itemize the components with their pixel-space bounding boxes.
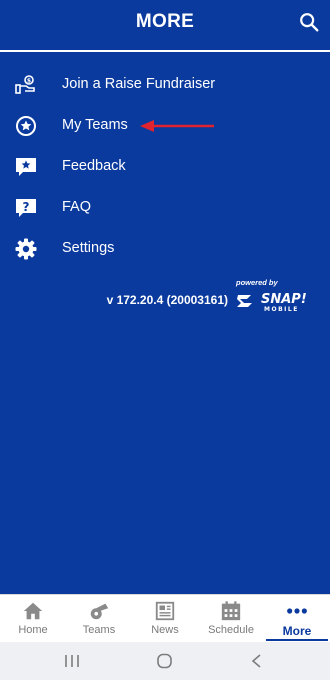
- menu-item-settings[interactable]: Settings: [0, 229, 330, 269]
- more-screen: MORE $ Join a Raise Fundraiser My Teams: [0, 0, 330, 680]
- menu-item-label: Join a Raise Fundraiser: [62, 76, 216, 92]
- faq-question-icon: ?: [16, 199, 36, 217]
- menu-item-join-fundraiser[interactable]: $ Join a Raise Fundraiser: [0, 65, 330, 105]
- page-title: MORE: [135, 11, 195, 32]
- snap-mobile-logo: SNAP! MOBILE: [237, 292, 307, 313]
- team-badge-icon: [16, 116, 36, 136]
- tab-home[interactable]: Home: [0, 595, 66, 643]
- tab-label: News: [151, 624, 179, 636]
- tab-more[interactable]: More: [264, 595, 330, 643]
- newspaper-icon: [155, 601, 175, 621]
- svg-text:MOBILE: MOBILE: [264, 306, 299, 313]
- menu-item-label: Settings: [62, 240, 115, 256]
- more-dots-icon: [287, 608, 307, 614]
- menu-item-label: Feedback: [62, 158, 126, 174]
- menu-item-label: My Teams: [62, 117, 128, 133]
- tab-label: Teams: [82, 624, 116, 636]
- android-nav-bar: [0, 642, 330, 680]
- tab-label: More: [282, 624, 312, 638]
- search-icon[interactable]: [298, 11, 320, 33]
- tab-label: Schedule: [208, 624, 254, 636]
- calendar-icon: [221, 601, 241, 621]
- home-button-icon[interactable]: [155, 653, 175, 669]
- fundraiser-hand-icon: $: [15, 75, 35, 94]
- back-icon[interactable]: [247, 653, 267, 669]
- menu-list: $ Join a Raise Fundraiser My Teams Feedb…: [0, 52, 330, 594]
- version-info: v 172.20.4 (20003161) powered by SNAP! M…: [0, 277, 330, 317]
- annotation-arrow: [140, 120, 214, 132]
- settings-gear-icon: [15, 238, 37, 260]
- tab-teams[interactable]: Teams: [66, 595, 132, 643]
- svg-text:SNAP!: SNAP!: [261, 292, 307, 307]
- menu-item-feedback[interactable]: Feedback: [0, 147, 330, 187]
- active-tab-indicator: [266, 639, 328, 641]
- menu-item-faq[interactable]: ? FAQ: [0, 188, 330, 228]
- menu-item-label: FAQ: [62, 199, 92, 215]
- tab-label: Home: [18, 624, 48, 636]
- version-text: v 172.20.4 (20003161): [106, 293, 228, 307]
- recent-apps-icon[interactable]: [62, 653, 82, 669]
- app-header: MORE: [0, 0, 330, 50]
- tab-news[interactable]: News: [132, 595, 198, 643]
- svg-text:?: ?: [23, 200, 30, 214]
- feedback-star-icon: [16, 158, 36, 176]
- bottom-tab-bar: Home Teams News Schedule More: [0, 594, 330, 643]
- tab-schedule[interactable]: Schedule: [198, 595, 264, 643]
- home-icon: [23, 602, 43, 620]
- whistle-icon: [90, 603, 109, 620]
- svg-text:$: $: [27, 78, 31, 85]
- powered-by-label: powered by: [236, 278, 278, 287]
